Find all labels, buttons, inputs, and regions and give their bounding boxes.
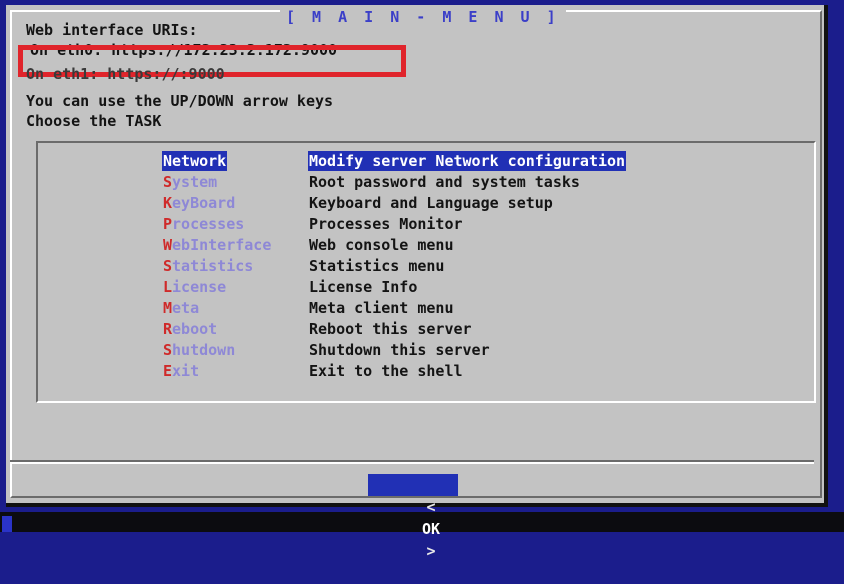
- menu-item-network[interactable]: Network Modify server Network configurat…: [38, 151, 814, 172]
- menu-tag: Meta: [162, 298, 200, 318]
- menu-tag: Network: [162, 151, 228, 171]
- hotkey: P: [163, 215, 173, 233]
- menu-tag: KeyBoard: [162, 193, 236, 213]
- tag-rest: tatistics: [172, 257, 254, 275]
- menu-desc: Exit to the shell: [309, 362, 463, 380]
- eth1-uri: On eth1: https://:9000: [26, 65, 225, 83]
- menu-item-license[interactable]: License License Info: [38, 277, 814, 298]
- hotkey: L: [163, 278, 173, 296]
- web-uris-label: Web interface URIs:: [26, 21, 198, 39]
- hotkey: S: [163, 257, 173, 275]
- menu-item-reboot[interactable]: Reboot Reboot this server: [38, 319, 814, 340]
- hotkey: K: [163, 194, 173, 212]
- hotkey: S: [163, 173, 173, 191]
- hotkey: M: [163, 299, 173, 317]
- main-menu-dialog: [ M A I N - M E N U ] Web interface URIs…: [6, 5, 828, 560]
- menu-tag: Shutdown: [162, 340, 236, 360]
- ok-label: OK: [422, 520, 441, 538]
- tag-rest: hutdown: [172, 341, 236, 359]
- tag-rest: eta: [172, 299, 200, 317]
- menu-item-webinterface[interactable]: WebInterface Web console menu: [38, 235, 814, 256]
- hotkey: W: [163, 236, 173, 254]
- menu-tag: Reboot: [162, 319, 218, 339]
- hotkey: N: [163, 152, 173, 170]
- tag-rest: rocesses: [172, 215, 245, 233]
- button-separator: [10, 460, 814, 464]
- menu-desc: Keyboard and Language setup: [309, 194, 553, 212]
- menu-tag: System: [162, 172, 218, 192]
- tag-rest: etwork: [172, 152, 227, 170]
- menu-tag: WebInterface: [162, 235, 272, 255]
- hotkey: E: [163, 362, 173, 380]
- menu-item-shutdown[interactable]: Shutdown Shutdown this server: [38, 340, 814, 361]
- menu-tag: Exit: [162, 361, 200, 381]
- ok-left-bracket: <: [426, 498, 436, 516]
- menu-tag: License: [162, 277, 227, 297]
- tag-rest: eboot: [172, 320, 218, 338]
- menu-item-processes[interactable]: Processes Processes Monitor: [38, 214, 814, 235]
- ok-right-bracket: >: [426, 542, 436, 560]
- menu-tag: Processes: [162, 214, 245, 234]
- hotkey: R: [163, 320, 173, 338]
- arrow-keys-hint: You can use the UP/DOWN arrow keys: [26, 92, 334, 110]
- tag-rest: eyBoard: [172, 194, 236, 212]
- terminal-cursor: [2, 516, 12, 532]
- choose-task-prompt: Choose the TASK: [26, 112, 162, 130]
- tag-rest: xit: [172, 362, 200, 380]
- menu-item-keyboard[interactable]: KeyBoard Keyboard and Language setup: [38, 193, 814, 214]
- tag-rest: ebInterface: [172, 236, 272, 254]
- menu-item-meta[interactable]: Meta Meta client menu: [38, 298, 814, 319]
- menu-desc: License Info: [309, 278, 418, 296]
- menu-tag: Statistics: [162, 256, 254, 276]
- menu-desc: Web console menu: [309, 236, 454, 254]
- tag-rest: icense: [172, 278, 227, 296]
- ok-button[interactable]: < OK >: [368, 474, 458, 560]
- menu-desc: Reboot this server: [309, 320, 472, 338]
- menu-desc: Modify server Network configuration: [308, 151, 627, 171]
- task-menu: Network Modify server Network configurat…: [36, 141, 816, 403]
- menu-item-statistics[interactable]: Statistics Statistics menu: [38, 256, 814, 277]
- tag-rest: ystem: [172, 173, 218, 191]
- menu-desc: Processes Monitor: [309, 215, 463, 233]
- menu-desc: Root password and system tasks: [309, 173, 580, 191]
- menu-item-exit[interactable]: Exit Exit to the shell: [38, 361, 814, 382]
- menu-desc: Shutdown this server: [309, 341, 490, 359]
- menu-desc: Meta client menu: [309, 299, 454, 317]
- menu-item-system[interactable]: System Root password and system tasks: [38, 172, 814, 193]
- hotkey: S: [163, 341, 173, 359]
- menu-desc: Statistics menu: [309, 257, 445, 275]
- dialog-title: [ M A I N - M E N U ]: [280, 10, 566, 25]
